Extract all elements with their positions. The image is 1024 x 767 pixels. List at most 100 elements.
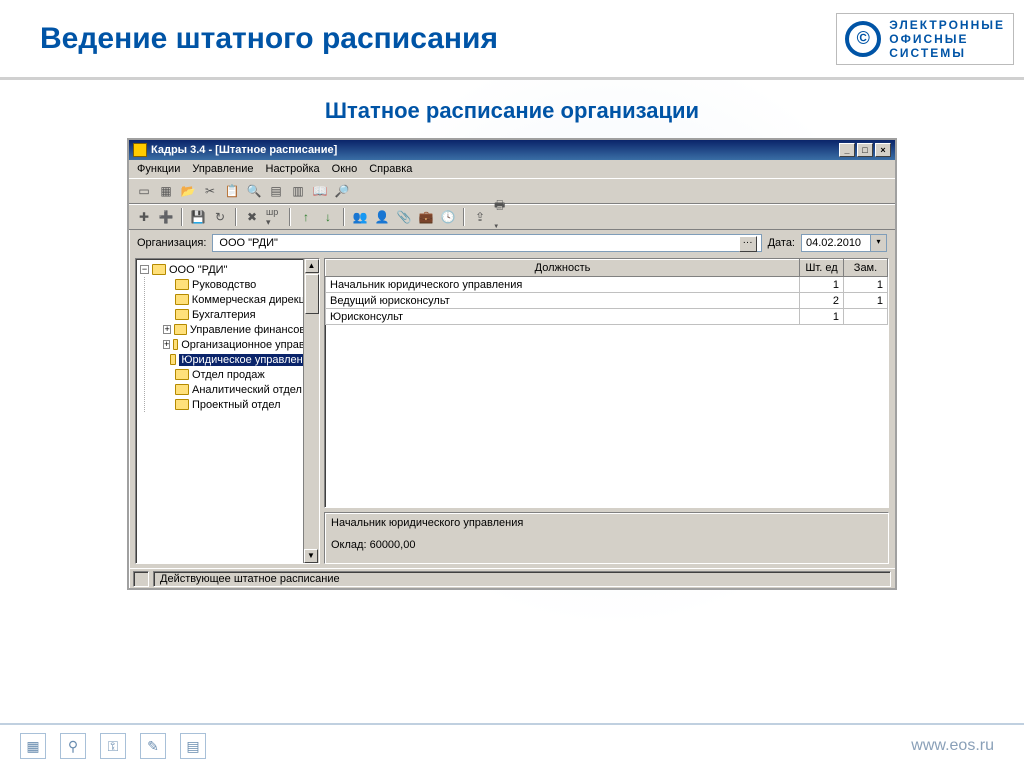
scroll-thumb[interactable]: [305, 274, 319, 314]
expander-icon: [163, 310, 172, 319]
doc2-icon[interactable]: ▥: [289, 182, 307, 200]
tree-item-label[interactable]: Управление финансовов: [190, 324, 317, 336]
date-input[interactable]: [801, 234, 871, 252]
table-row[interactable]: Ведущий юрисконсульт21: [326, 293, 888, 309]
app-window: Кадры 3.4 - [Штатное расписание] _ □ × Ф…: [127, 138, 897, 590]
group-icon[interactable]: 👤: [373, 208, 391, 226]
org-input[interactable]: [217, 236, 738, 250]
col-units[interactable]: Шт. ед: [800, 260, 844, 277]
expander-icon[interactable]: +: [163, 340, 170, 349]
cell-position: Юрисконсульт: [326, 309, 800, 325]
status-text: Действующее штатное расписание: [153, 571, 891, 587]
zoom-icon[interactable]: 🔎: [333, 182, 351, 200]
col-sub[interactable]: Зам.: [844, 260, 888, 277]
tree-scrollbar[interactable]: ▲ ▼: [303, 259, 319, 563]
cut-icon[interactable]: ✂: [201, 182, 219, 200]
tree-item[interactable]: + Организационное управле: [161, 337, 317, 352]
tree-item-label[interactable]: Коммерческая дирекция: [192, 294, 317, 306]
date-label: Дата:: [768, 237, 795, 249]
footer-url: www.eos.ru: [911, 737, 994, 755]
detail-panel: Начальник юридического управления Оклад:…: [324, 512, 889, 564]
open-icon[interactable]: 📂: [179, 182, 197, 200]
new-icon[interactable]: ✚: [135, 208, 153, 226]
lang-icon[interactable]: шр ▾: [265, 208, 283, 226]
attach-icon[interactable]: 📎: [395, 208, 413, 226]
cell-sub: 1: [844, 293, 888, 309]
doc1-icon[interactable]: ▤: [267, 182, 285, 200]
expander-icon: [163, 385, 172, 394]
maximize-button[interactable]: □: [857, 143, 873, 157]
tree-item-label[interactable]: Проектный отдел: [192, 399, 281, 411]
tree-item[interactable]: Отдел продаж: [161, 367, 317, 382]
slide-subtitle: Штатное расписание организации: [0, 80, 1024, 138]
save-icon[interactable]: 💾: [189, 208, 207, 226]
expander-icon: [163, 280, 172, 289]
export-icon[interactable]: ⇪: [471, 208, 489, 226]
cell-sub: [844, 309, 888, 325]
positions-table: Должность Шт. ед Зам. Начальник юридичес…: [324, 258, 889, 508]
folder-icon: [175, 279, 189, 290]
tree-pane: − ООО "РДИ" Руководство Коммерческая дирекц…: [135, 258, 320, 564]
date-picker-button[interactable]: ▾: [871, 234, 887, 252]
toolbar-edit: ✚ ➕ 💾 ↻ ✖ шр ▾ ↑ ↓ 👥 👤 📎 💼 🕓 ⇪ 🖶 ▾: [129, 204, 895, 230]
users-icon[interactable]: 👥: [351, 208, 369, 226]
expander-icon[interactable]: +: [163, 325, 171, 334]
tree-item[interactable]: Юридическое управление: [161, 352, 317, 367]
tree-item[interactable]: Коммерческая дирекция: [161, 292, 317, 307]
menu-settings[interactable]: Настройка: [266, 163, 320, 175]
tree-item[interactable]: Проектный отдел: [161, 397, 317, 412]
tree-item-label[interactable]: Организационное управле: [181, 339, 317, 351]
footer-icon-5: ▤: [180, 733, 206, 759]
expander-icon: [163, 355, 167, 364]
menu-functions[interactable]: Функции: [137, 163, 180, 175]
add-icon[interactable]: ➕: [157, 208, 175, 226]
table-row[interactable]: Юрисконсульт1: [326, 309, 888, 325]
down-icon[interactable]: ↓: [319, 208, 337, 226]
logo-line1: ЭЛЕКТРОННЫЕ: [889, 18, 1005, 32]
scroll-up-icon[interactable]: ▲: [305, 259, 319, 273]
tree-item[interactable]: Аналитический отдел: [161, 382, 317, 397]
cell-units: 2: [800, 293, 844, 309]
folder-icon: [175, 399, 189, 410]
cell-position: Ведущий юрисконсульт: [326, 293, 800, 309]
logo-line3: СИСТЕМЫ: [889, 46, 1005, 60]
salary-value: 60000,00: [370, 539, 416, 551]
scroll-down-icon[interactable]: ▼: [304, 549, 318, 563]
tree-item[interactable]: + Управление финансовов: [161, 322, 317, 337]
tree-item-label[interactable]: Руководство: [192, 279, 256, 291]
print-icon[interactable]: 🖶 ▾: [493, 208, 511, 226]
calendar-icon[interactable]: ▦: [157, 182, 175, 200]
refresh-icon[interactable]: ↻: [211, 208, 229, 226]
book-icon[interactable]: 📖: [311, 182, 329, 200]
tree-item[interactable]: Бухгалтерия: [161, 307, 317, 322]
briefcase-icon[interactable]: 💼: [417, 208, 435, 226]
tree-item-label[interactable]: Юридическое управление: [179, 354, 317, 366]
col-position[interactable]: Должность: [326, 260, 800, 277]
menu-window[interactable]: Окно: [332, 163, 358, 175]
tree-root-label[interactable]: ООО "РДИ": [169, 264, 228, 276]
tree-item[interactable]: Руководство: [161, 277, 317, 292]
card-icon[interactable]: ▭: [135, 182, 153, 200]
salary-label: Оклад:: [331, 539, 367, 551]
tree-item-label[interactable]: Бухгалтерия: [192, 309, 256, 321]
menu-manage[interactable]: Управление: [192, 163, 253, 175]
tree-item-label[interactable]: Аналитический отдел: [192, 384, 302, 396]
paste-icon[interactable]: 📋: [223, 182, 241, 200]
expander-icon: [163, 295, 172, 304]
minimize-button[interactable]: _: [839, 143, 855, 157]
table-row[interactable]: Начальник юридического управления11: [326, 277, 888, 293]
org-browse-button[interactable]: ···: [739, 236, 757, 252]
clock-icon[interactable]: 🕓: [439, 208, 457, 226]
window-title: Кадры 3.4 - [Штатное расписание]: [151, 144, 337, 156]
tree-item-label[interactable]: Отдел продаж: [192, 369, 265, 381]
search-icon[interactable]: 🔍: [245, 182, 263, 200]
slide-title: Ведение штатного расписания: [40, 22, 498, 56]
folder-icon: [170, 354, 177, 365]
delete-icon[interactable]: ✖: [243, 208, 261, 226]
menu-help[interactable]: Справка: [369, 163, 412, 175]
up-icon[interactable]: ↑: [297, 208, 315, 226]
expander-icon[interactable]: −: [140, 265, 149, 274]
close-button[interactable]: ×: [875, 143, 891, 157]
folder-icon: [175, 369, 189, 380]
titlebar[interactable]: Кадры 3.4 - [Штатное расписание] _ □ ×: [129, 140, 895, 160]
